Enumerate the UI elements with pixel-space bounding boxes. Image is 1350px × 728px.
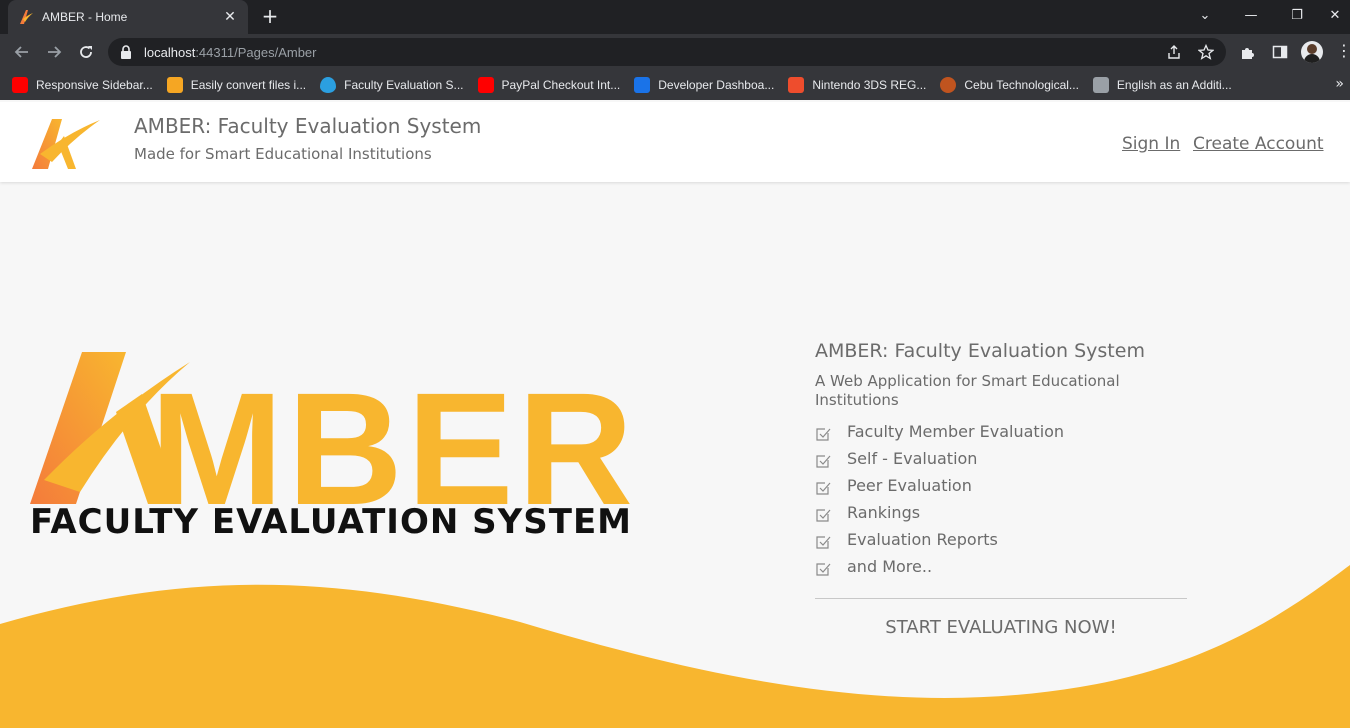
- tab-close-icon[interactable]: ✕: [222, 9, 238, 25]
- side-panel-icon[interactable]: [1272, 44, 1288, 60]
- checkbox-check-icon: [816, 535, 831, 549]
- reload-button[interactable]: [72, 38, 100, 66]
- url-host: localhost: [144, 44, 196, 60]
- feature-list: Faculty Member Evaluation Self - Evaluat…: [815, 418, 1187, 580]
- tab-title: AMBER - Home: [42, 10, 128, 24]
- back-button[interactable]: [8, 38, 36, 66]
- feature-label: and More..: [847, 557, 933, 576]
- amber-favicon-icon: [20, 10, 33, 24]
- back-arrow-icon: [14, 46, 28, 58]
- checkbox-check-icon: [816, 454, 831, 468]
- browser-tab[interactable]: AMBER - Home ✕: [8, 0, 248, 34]
- feature-label: Evaluation Reports: [847, 530, 998, 549]
- shopee-icon: [788, 77, 805, 93]
- bookmark-item[interactable]: PayPal Checkout Int...: [477, 77, 621, 93]
- checkbox-check-icon: [816, 481, 831, 495]
- window-close-button[interactable]: ✕: [1320, 0, 1350, 30]
- feature-label: Peer Evaluation: [847, 476, 972, 495]
- bookmark-label: English as an Additi...: [1116, 78, 1232, 92]
- info-title: AMBER: Faculty Evaluation System: [815, 340, 1145, 362]
- bookmark-label: Faculty Evaluation S...: [344, 78, 464, 92]
- feature-item: Rankings: [815, 499, 1187, 526]
- bookmark-label: Developer Dashboa...: [658, 78, 775, 92]
- sign-in-link[interactable]: Sign In: [1122, 134, 1180, 154]
- checkbox-check-icon: [816, 427, 831, 441]
- info-panel: AMBER: Faculty Evaluation System A Web A…: [815, 340, 1187, 638]
- hero-tagline: FACULTY EVALUATION SYSTEM: [30, 502, 633, 542]
- extensions-puzzle-icon[interactable]: [1240, 44, 1256, 60]
- tab-search-icon[interactable]: ⌄: [1182, 0, 1228, 30]
- feature-label: Rankings: [847, 503, 921, 522]
- bookmarks-overflow-icon[interactable]: »: [1335, 76, 1344, 92]
- bookmark-item[interactable]: Responsive Sidebar...: [12, 77, 153, 93]
- header-subtitle: Made for Smart Educational Institutions: [134, 145, 432, 163]
- paypal-icon: [634, 77, 651, 93]
- feature-label: Faculty Member Evaluation: [847, 422, 1065, 441]
- checkbox-check-icon: [816, 562, 831, 576]
- create-account-link[interactable]: Create Account: [1193, 134, 1324, 154]
- forward-button[interactable]: [40, 38, 68, 66]
- bookmark-item[interactable]: Nintendo 3DS REG...: [788, 77, 926, 93]
- bookmark-label: Nintendo 3DS REG...: [812, 78, 927, 92]
- url-path: :44311/Pages/Amber: [195, 44, 317, 60]
- bookmark-item[interactable]: Developer Dashboa...: [634, 77, 774, 93]
- lock-icon: [121, 45, 131, 59]
- bookmark-label: PayPal Checkout Int...: [501, 78, 621, 92]
- browser-tab-strip: AMBER - Home ✕ + ⌄ — ❐ ✕: [0, 0, 1350, 34]
- feature-item: Faculty Member Evaluation: [815, 418, 1187, 445]
- profile-avatar[interactable]: [1301, 41, 1323, 63]
- start-evaluating-button[interactable]: START EVALUATING NOW!: [815, 617, 1187, 638]
- forward-arrow-icon: [48, 46, 62, 58]
- site-header: AMBER: Faculty Evaluation System Made fo…: [0, 102, 1350, 182]
- bookmark-label: Responsive Sidebar...: [36, 78, 153, 92]
- drupal-icon: [320, 77, 337, 93]
- bookmark-label: Easily convert files i...: [190, 78, 307, 92]
- bookmarks-bar: Responsive Sidebar... Easily convert fil…: [0, 70, 1350, 100]
- amber-logo-icon[interactable]: [30, 114, 102, 172]
- restore-button[interactable]: ❐: [1274, 0, 1320, 30]
- convert-icon: [166, 77, 183, 93]
- feature-item: Peer Evaluation: [815, 472, 1187, 499]
- browser-toolbar: localhost:44311/Pages/Amber ⋮: [0, 34, 1350, 70]
- page-viewport: AMBER: Faculty Evaluation System Made fo…: [0, 102, 1350, 728]
- feature-item: Evaluation Reports: [815, 526, 1187, 553]
- bookmark-item[interactable]: Cebu Technological...: [940, 77, 1079, 93]
- bookmark-label: Cebu Technological...: [964, 78, 1079, 92]
- ctu-seal-icon: [940, 77, 957, 93]
- minimize-button[interactable]: —: [1228, 0, 1274, 30]
- share-icon[interactable]: [1166, 44, 1182, 60]
- header-title: AMBER: Faculty Evaluation System: [134, 114, 482, 138]
- bookmark-star-icon[interactable]: [1198, 44, 1214, 60]
- checkbox-check-icon: [816, 508, 831, 522]
- info-subtitle: A Web Application for Smart Educational …: [815, 372, 1120, 409]
- bookmark-item[interactable]: English as an Additi...: [1092, 77, 1232, 93]
- feature-label: Self - Evaluation: [847, 449, 978, 468]
- divider: [815, 598, 1187, 599]
- bookmark-item[interactable]: Easily convert files i...: [166, 77, 307, 93]
- address-bar[interactable]: localhost:44311/Pages/Amber: [108, 38, 1226, 66]
- bookmark-item[interactable]: Faculty Evaluation S...: [320, 77, 464, 93]
- new-tab-button[interactable]: +: [258, 5, 282, 29]
- reload-icon: [80, 46, 92, 58]
- feature-item: and More..: [815, 553, 1187, 580]
- youtube-icon: [477, 77, 494, 93]
- library-icon: [1092, 77, 1109, 93]
- browser-menu-icon[interactable]: ⋮: [1336, 43, 1350, 59]
- youtube-icon: [12, 77, 28, 93]
- feature-item: Self - Evaluation: [815, 445, 1187, 472]
